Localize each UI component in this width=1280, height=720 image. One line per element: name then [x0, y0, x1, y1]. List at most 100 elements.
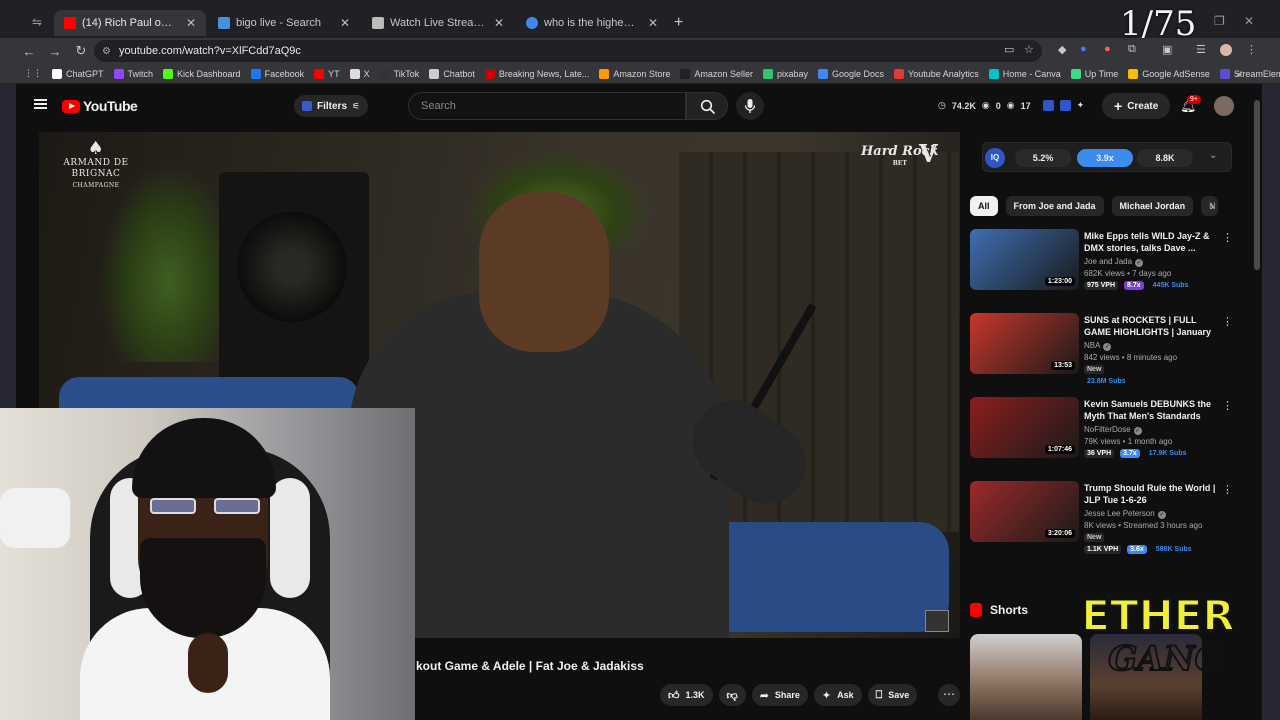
close-window-icon[interactable]: ✕ — [1244, 14, 1254, 28]
gem-icon[interactable]: ✦ — [1077, 100, 1085, 111]
recommended-title[interactable]: Kevin Samuels DEBUNKS the Myth That Men'… — [1084, 398, 1218, 423]
bookmark-star-icon[interactable]: ☆ — [1024, 43, 1034, 56]
reload-icon[interactable]: ↻ — [70, 43, 92, 59]
recommended-title[interactable]: Mike Epps tells WILD Jay-Z & DMX stories… — [1084, 230, 1218, 254]
more-options-icon[interactable]: ⋮ — [1222, 483, 1233, 496]
browser-menu-icon[interactable]: ⋮ — [1246, 43, 1257, 56]
shorts-icon — [970, 603, 982, 617]
filters-button[interactable]: Filters ⚟ — [294, 95, 369, 117]
extension-icon[interactable]: ● — [1104, 43, 1111, 55]
bookmark-item[interactable]: Amazon Seller — [680, 68, 753, 79]
bookmark-item[interactable]: Google Docs — [817, 68, 884, 79]
tab-groups-icon[interactable]: ☰ — [1196, 43, 1206, 56]
tab-close-icon[interactable]: ✕ — [340, 16, 350, 30]
puzzle-icon[interactable]: ⧉ — [1128, 43, 1136, 56]
short-thumbnail[interactable] — [970, 634, 1082, 720]
bookmark-label: Twitch — [127, 68, 154, 79]
tab-label: Watch Live Streams & Live Sho — [390, 17, 486, 29]
extension-icon[interactable]: ◆ — [1058, 43, 1066, 56]
bookmark-item[interactable]: ChatGPT — [52, 68, 104, 79]
tab-search-icon[interactable]: ⇋ — [32, 15, 42, 29]
bookmark-item[interactable]: Kick Dashboard — [163, 68, 241, 79]
tab-close-icon[interactable]: ✕ — [186, 16, 196, 30]
like-button[interactable]: 👍︎ 1.3K — [660, 684, 713, 706]
sidebar-icon[interactable]: ▣ — [1162, 43, 1172, 56]
chip-from-channel[interactable]: From Joe and Jada — [1005, 196, 1104, 216]
voice-search-button[interactable] — [736, 92, 764, 120]
new-tab-icon[interactable]: + — [674, 14, 683, 32]
chevron-down-icon[interactable]: ⌄ — [1209, 150, 1217, 161]
more-bookmarks-icon[interactable]: » — [1236, 69, 1241, 79]
recommended-video[interactable]: 1:07:46 Kevin Samuels DEBUNKS the Myth Th… — [970, 397, 1233, 461]
tab-live-streams[interactable]: Watch Live Streams & Live Sho ✕ — [362, 10, 514, 36]
page-scrollbar[interactable] — [1254, 100, 1260, 270]
bookmark-item[interactable]: Youtube Analytics — [894, 68, 979, 79]
video-thumbnail[interactable]: 13:53 — [970, 313, 1079, 374]
bookmark-item[interactable]: Up Time — [1070, 68, 1118, 79]
bookmark-item[interactable]: Twitch — [113, 68, 154, 79]
dislike-button[interactable]: 👎︎ — [718, 684, 746, 706]
chevron-right-icon[interactable]: › — [1210, 199, 1214, 213]
channel-name[interactable]: NoFilterDose ✓ — [1084, 425, 1142, 435]
bookmark-item[interactable]: TikTok — [379, 68, 419, 79]
bookmark-item[interactable]: Breaking News, Late... — [484, 68, 589, 79]
more-options-icon[interactable]: ⋮ — [1222, 315, 1233, 328]
create-button[interactable]: + Create — [1102, 93, 1171, 119]
more-options-icon[interactable]: ⋮ — [1222, 231, 1233, 244]
search-input[interactable]: Search — [408, 92, 686, 120]
bookmark-item[interactable]: X — [349, 68, 370, 79]
bookmark-item[interactable]: Home - Canva — [988, 68, 1061, 79]
apps-grid-icon[interactable]: ⋮⋮ — [24, 68, 42, 79]
bookmark-item[interactable]: YT — [314, 68, 340, 79]
channel-watermark[interactable] — [925, 610, 949, 632]
vidiq-badge[interactable]: IQ — [985, 148, 1005, 168]
account-avatar[interactable] — [1214, 96, 1234, 116]
back-icon[interactable]: ← — [18, 44, 40, 59]
ask-button[interactable]: ✦ Ask — [813, 684, 862, 706]
recommended-title[interactable]: Trump Should Rule the World | JLP Tue 1-… — [1084, 482, 1218, 506]
channel-name[interactable]: NBA ✓ — [1084, 341, 1112, 351]
recommended-title[interactable]: SUNS at ROCKETS | FULL GAME HIGHLIGHTS |… — [1084, 314, 1218, 339]
bookmark-item[interactable]: Google AdSense — [1128, 68, 1210, 79]
extension-icon[interactable] — [1042, 100, 1054, 111]
address-bar[interactable]: ⚙ youtube.com/watch?v=XlFCdd7aQ9c — [94, 40, 1042, 62]
video-thumbnail[interactable]: 3:20:06 — [970, 481, 1079, 542]
share-button[interactable]: ➦ Share — [751, 684, 808, 706]
recommended-video[interactable]: 3:20:06 Trump Should Rule the World | JLP… — [970, 481, 1233, 554]
extension-icon[interactable] — [1059, 100, 1071, 111]
video-thumbnail[interactable]: 1:07:46 — [970, 397, 1079, 458]
more-options-icon[interactable]: ⋮ — [1222, 399, 1233, 412]
metric-pill[interactable]: 3.9x — [1077, 149, 1133, 167]
forward-icon[interactable]: → — [44, 44, 66, 59]
hamburger-menu-icon[interactable] — [34, 99, 47, 109]
bookmark-item[interactable]: Amazon Store — [599, 68, 670, 79]
chip-all[interactable]: All — [970, 196, 998, 216]
metric-pill[interactable]: 8.8K — [1137, 149, 1193, 167]
site-info-icon[interactable]: ⚙ — [102, 46, 111, 57]
bookmark-item[interactable]: Chatbot — [429, 68, 475, 79]
save-button[interactable]: ⎕ Save — [867, 684, 918, 706]
tab-close-icon[interactable]: ✕ — [494, 16, 504, 30]
recommended-video[interactable]: 1:23:00 Mike Epps tells WILD Jay-Z & DMX … — [970, 229, 1233, 293]
profile-avatar-icon[interactable] — [1220, 44, 1232, 56]
youtube-logo[interactable]: YouTube — [62, 98, 138, 114]
search-button[interactable] — [686, 92, 728, 120]
more-actions-icon[interactable]: ⋯ — [938, 684, 960, 706]
channel-name[interactable]: Joe and Jada ✓ — [1084, 257, 1144, 267]
metric-pill[interactable]: 5.2% — [1015, 149, 1071, 167]
tab-bigo-search[interactable]: bigo live - Search ✕ — [208, 10, 360, 36]
tab-google-search[interactable]: who is the highest earner on bi ✕ — [516, 10, 668, 36]
recommended-video[interactable]: 13:53 SUNS at ROCKETS | FULL GAME HIGHLIG… — [970, 313, 1233, 385]
maximize-icon[interactable]: ❐ — [1214, 14, 1225, 28]
tab-close-icon[interactable]: ✕ — [648, 16, 658, 30]
cast-icon[interactable]: ▭ — [1004, 43, 1014, 56]
bookmark-item[interactable]: pixabay — [762, 68, 808, 79]
bookmark-item[interactable]: Facebook — [250, 68, 304, 79]
video-thumbnail[interactable]: 1:23:00 — [970, 229, 1079, 290]
tab-youtube[interactable]: (14) Rich Paul on LeBron-Jordan ✕ — [54, 10, 206, 36]
bookmark-item[interactable]: StreamElements - M... — [1219, 68, 1280, 79]
channel-name[interactable]: Jesse Lee Peterson ✓ — [1084, 509, 1166, 519]
chip-michael-jordan[interactable]: Michael Jordan — [1111, 196, 1194, 216]
filters-label: Filters — [317, 100, 348, 112]
extension-icon[interactable]: ● — [1080, 43, 1087, 55]
